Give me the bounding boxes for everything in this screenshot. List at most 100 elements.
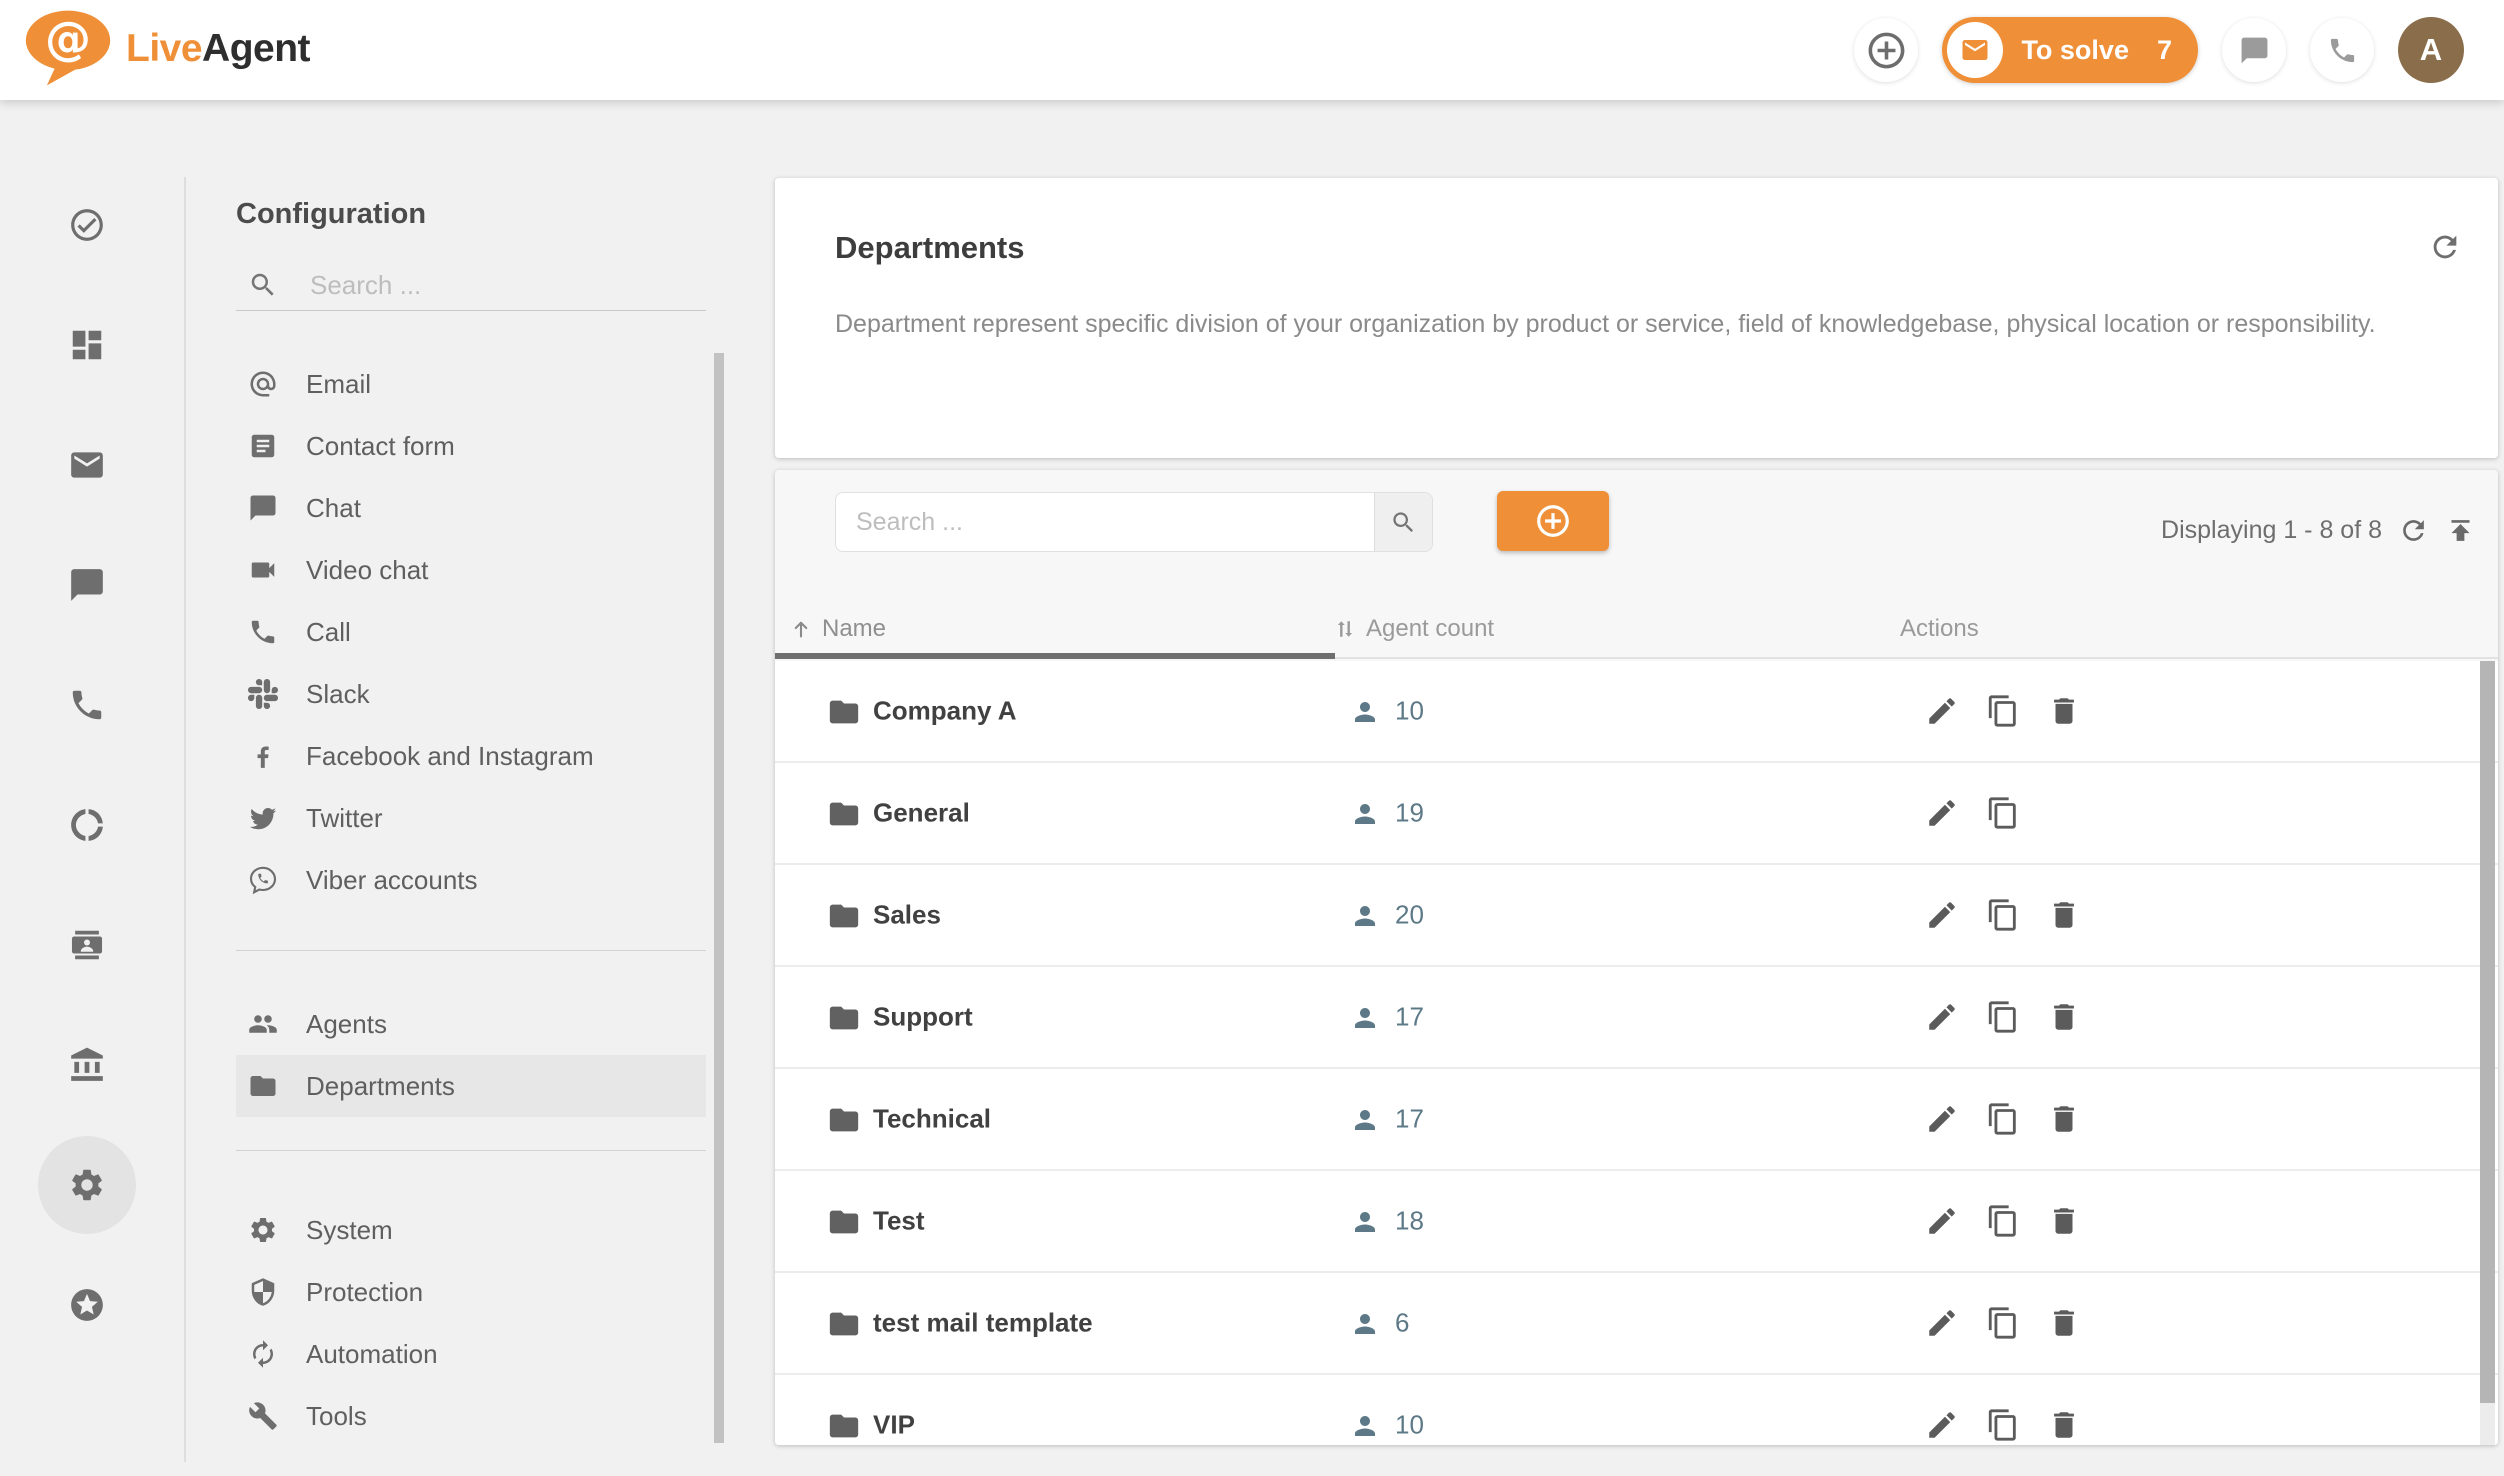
sidebar-section: EmailContact formChatVideo chatCallSlack… (236, 353, 706, 911)
chats-button[interactable] (2222, 18, 2286, 82)
table-row-general[interactable]: General19 (775, 763, 2498, 865)
delete-button[interactable] (2047, 1000, 2081, 1034)
sidebar-item-automation[interactable]: Automation (236, 1323, 706, 1385)
sidebar-item-tools[interactable]: Tools (236, 1385, 706, 1447)
row-actions (1925, 967, 2081, 1067)
avatar-letter: A (2420, 32, 2442, 68)
sidebar-item-protection[interactable]: Protection (236, 1261, 706, 1323)
delete-icon (2047, 1102, 2081, 1136)
column-header-name[interactable]: Name (789, 600, 886, 657)
add-department-button[interactable] (1497, 491, 1609, 551)
table-row-test[interactable]: Test18 (775, 1171, 2498, 1273)
edit-icon (1925, 898, 1959, 932)
table-scrollbar-thumb[interactable] (2480, 661, 2495, 1403)
sidebar-item-contact-form[interactable]: Contact form (236, 415, 706, 477)
table-row-test-mail-template[interactable]: test mail template6 (775, 1273, 2498, 1375)
add-circle-icon (1865, 29, 1908, 72)
sidebar-item-viber-accounts[interactable]: Viber accounts (236, 849, 706, 911)
top-bar: @ LiveAgent To solve 7 A (0, 0, 2504, 100)
edit-button[interactable] (1925, 1306, 1959, 1340)
refresh-button[interactable] (2428, 230, 2462, 264)
sidebar-item-departments[interactable]: Departments (236, 1055, 706, 1117)
edit-icon (1925, 796, 1959, 830)
edit-button[interactable] (1925, 1408, 1959, 1442)
user-avatar[interactable]: A (2398, 17, 2464, 83)
to-solve-count: 7 (2157, 35, 2172, 66)
at-sign-icon (248, 369, 278, 399)
sidebar-item-system[interactable]: System (236, 1199, 706, 1261)
copy-button[interactable] (1986, 694, 2020, 728)
sidebar-item-call[interactable]: Call (236, 601, 706, 663)
copy-icon (1986, 694, 2020, 728)
svg-text:@: @ (45, 12, 91, 66)
rail-item-companies[interactable] (37, 1015, 137, 1115)
edit-button[interactable] (1925, 1000, 1959, 1034)
delete-button[interactable] (2047, 898, 2081, 932)
copy-button[interactable] (1986, 1204, 2020, 1238)
copy-button[interactable] (1986, 1000, 2020, 1034)
rail-item-gamification[interactable] (37, 1255, 137, 1355)
copy-button[interactable] (1986, 1102, 2020, 1136)
edit-button[interactable] (1925, 694, 1959, 728)
sidebar-item-email[interactable]: Email (236, 353, 706, 415)
delete-button[interactable] (2047, 1408, 2081, 1442)
sidebar-item-label: Protection (306, 1277, 423, 1308)
agent-count-cell (1350, 1309, 1380, 1339)
table-refresh-button[interactable] (2398, 515, 2429, 546)
copy-button[interactable] (1986, 1408, 2020, 1442)
to-solve-button[interactable]: To solve 7 (1942, 17, 2198, 83)
delete-button[interactable] (2047, 1204, 2081, 1238)
copy-button[interactable] (1986, 1306, 2020, 1340)
rail-item-calls[interactable] (37, 655, 137, 755)
edit-button[interactable] (1925, 898, 1959, 932)
copy-button[interactable] (1986, 898, 2020, 932)
logo-bubble-icon: @ (22, 8, 114, 90)
table-row-sales[interactable]: Sales20 (775, 865, 2498, 967)
table-search-input[interactable] (836, 493, 1374, 551)
rail-item-tickets[interactable] (37, 415, 137, 515)
column-header-agent-count[interactable]: Agent count (1333, 600, 1494, 657)
delete-button[interactable] (2047, 694, 2081, 728)
check-circle-icon (68, 206, 106, 244)
to-solve-mail-icon (1947, 22, 2003, 78)
sidebar-item-agents[interactable]: Agents (236, 993, 706, 1055)
sidebar-search-input[interactable] (310, 270, 650, 301)
table-row-vip[interactable]: VIP10 (775, 1375, 2498, 1445)
search-button[interactable] (1374, 493, 1432, 551)
sidebar-item-facebook-and-instagram[interactable]: Facebook and Instagram (236, 725, 706, 787)
table-row-support[interactable]: Support17 (775, 967, 2498, 1069)
edit-button[interactable] (1925, 796, 1959, 830)
copy-button[interactable] (1986, 796, 2020, 830)
sidebar-item-label: Viber accounts (306, 865, 478, 896)
sidebar-scrollbar[interactable] (714, 353, 724, 1443)
table-row-technical[interactable]: Technical17 (775, 1069, 2498, 1171)
table-row-company-a[interactable]: Company A10 (775, 661, 2498, 763)
rail-item-chats[interactable] (37, 535, 137, 635)
agent-count-cell (1350, 1207, 1380, 1237)
delete-icon (2047, 694, 2081, 728)
scroll-to-top-button[interactable] (2445, 515, 2476, 546)
department-name: Support (873, 1002, 973, 1033)
sidebar-item-video-chat[interactable]: Video chat (236, 539, 706, 601)
folder-cell (827, 1205, 861, 1239)
delete-button[interactable] (2047, 1306, 2081, 1340)
sidebar-item-chat[interactable]: Chat (236, 477, 706, 539)
search-icon (1390, 509, 1417, 536)
delete-button[interactable] (2047, 1102, 2081, 1136)
calls-button[interactable] (2310, 18, 2374, 82)
create-new-button[interactable] (1854, 18, 1918, 82)
liveagent-logo: @ LiveAgent (22, 8, 310, 90)
sidebar-item-twitter[interactable]: Twitter (236, 787, 706, 849)
rail-item-configuration[interactable] (37, 1135, 137, 1235)
rail-item-dashboard[interactable] (37, 295, 137, 395)
rail-item-customers[interactable] (37, 895, 137, 995)
edit-button[interactable] (1925, 1102, 1959, 1136)
rail-item-reports[interactable] (37, 775, 137, 875)
sidebar-divider (236, 1150, 706, 1151)
sidebar-item-slack[interactable]: Slack (236, 663, 706, 725)
rail-item-tasks[interactable] (37, 175, 137, 275)
viber-icon (248, 865, 278, 895)
edit-icon (1925, 1000, 1959, 1034)
edit-button[interactable] (1925, 1204, 1959, 1238)
table-scrollbar[interactable] (2480, 661, 2495, 1445)
